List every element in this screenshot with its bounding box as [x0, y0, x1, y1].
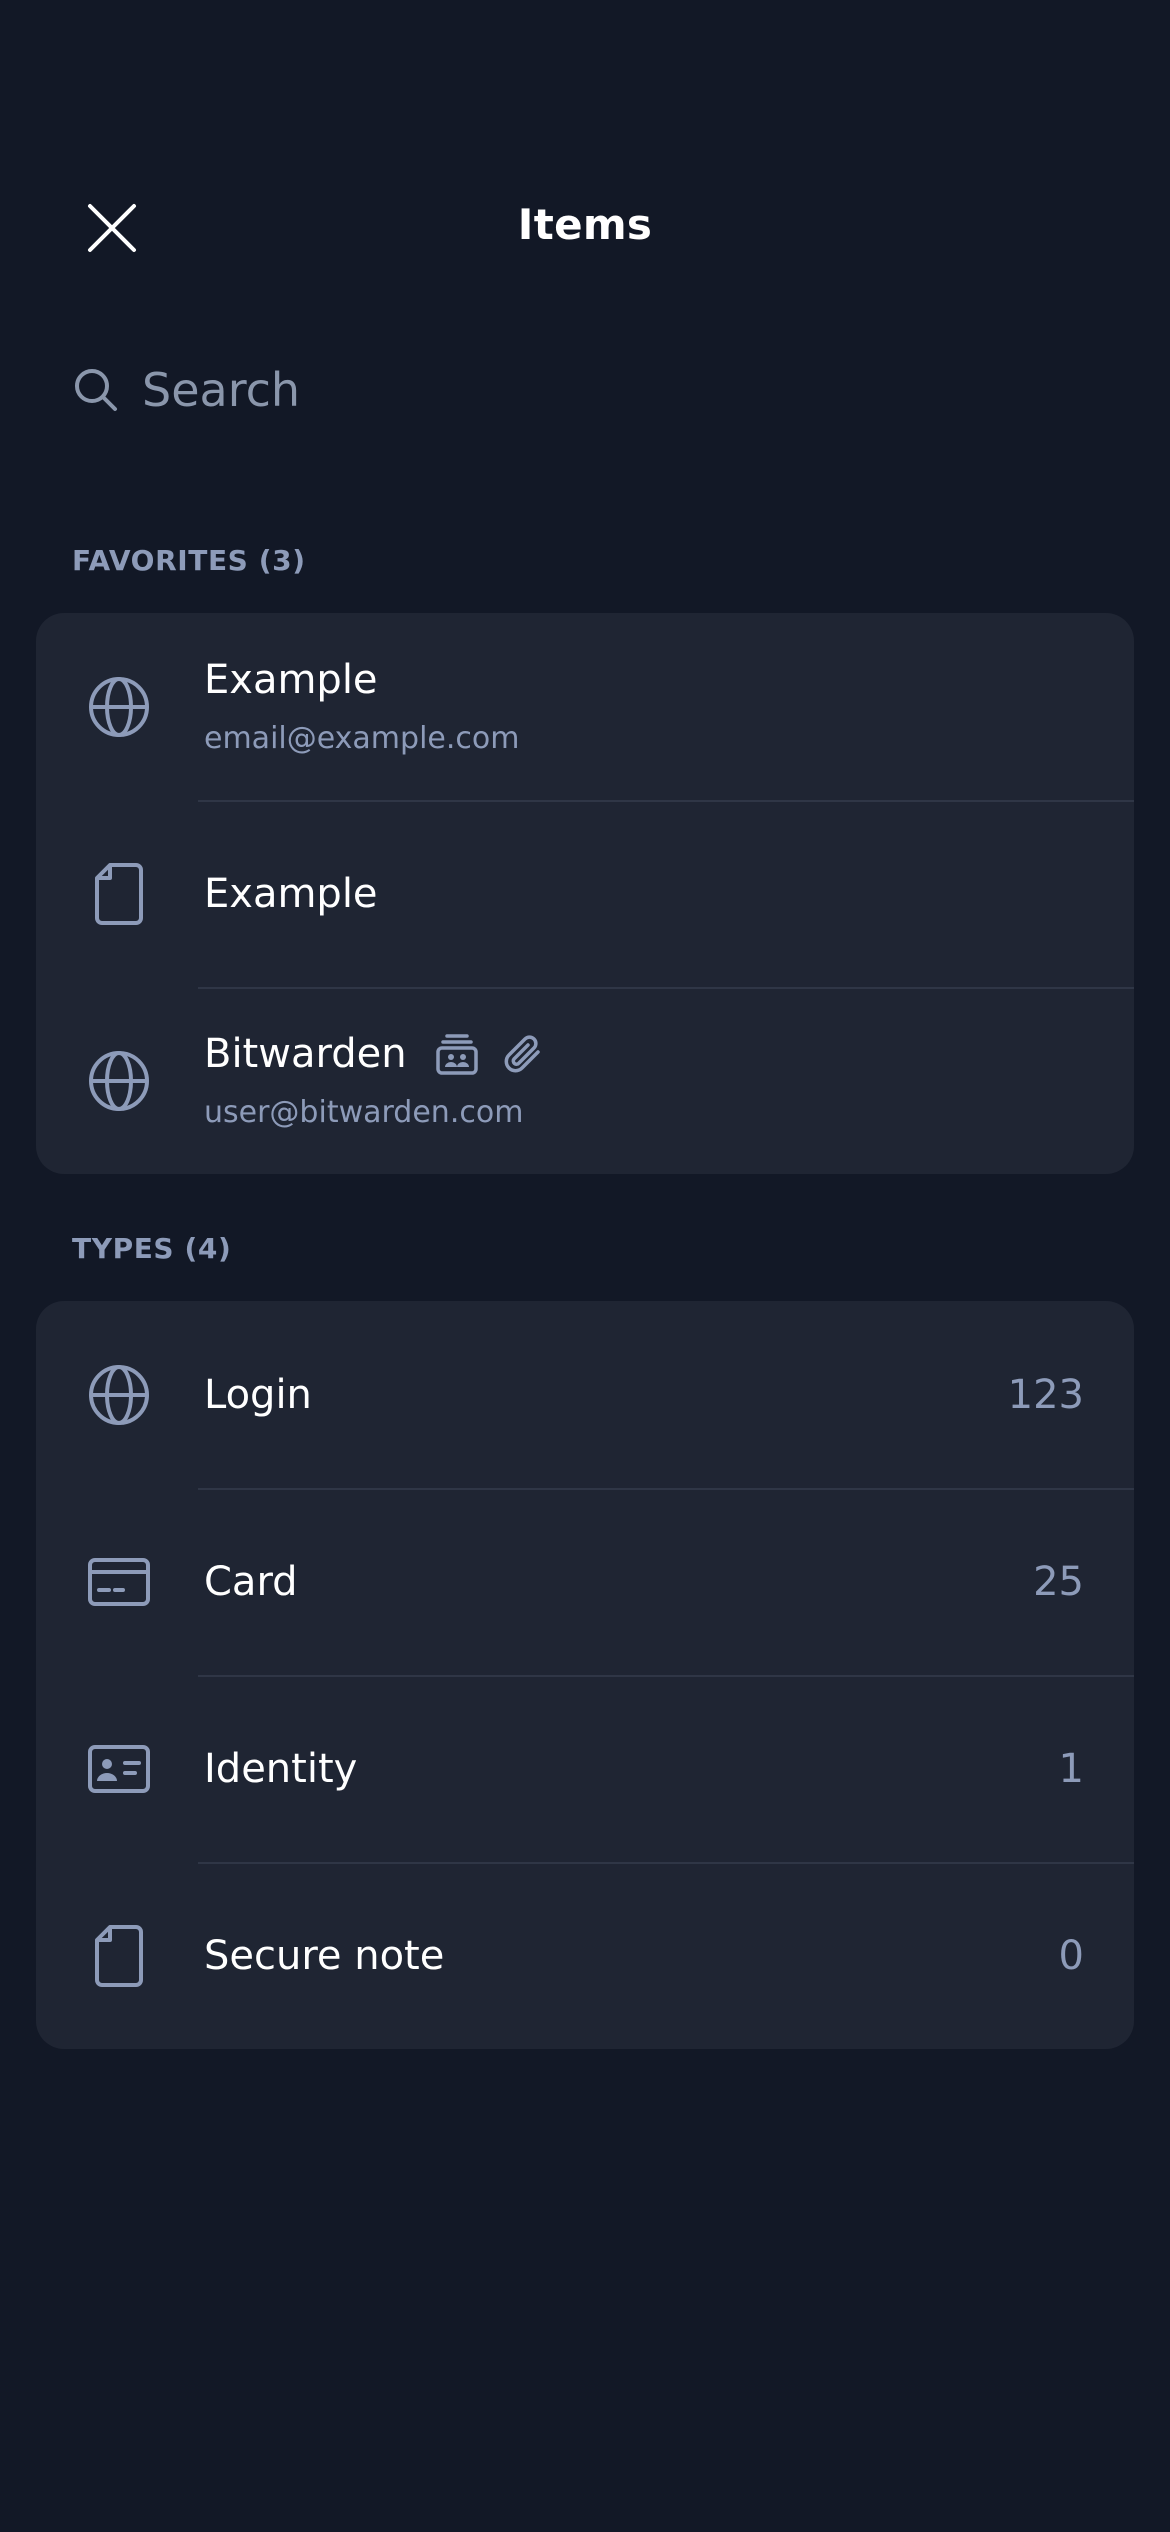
note-icon [95, 862, 143, 925]
header: Items [0, 170, 1170, 286]
search-icon [75, 369, 117, 411]
item-subtitle: user@bitwarden.com [204, 1095, 524, 1130]
card-icon [88, 1557, 150, 1606]
attachment-icon [504, 1035, 540, 1073]
search-input[interactable] [142, 363, 1042, 417]
identity-icon [88, 1744, 150, 1793]
type-item-secure-note[interactable]: Secure note 0 [36, 1862, 1134, 2049]
globe-icon [89, 676, 149, 737]
type-title: Login [204, 1371, 312, 1418]
item-title: Bitwarden [204, 1031, 407, 1077]
favorites-card: Example email@example.com Example Bitwar… [36, 613, 1134, 1174]
page-title: Items [517, 200, 653, 249]
type-item-identity[interactable]: Identity 1 [36, 1675, 1134, 1862]
favorite-item-example-note[interactable]: Example [36, 800, 1134, 987]
type-title: Card [204, 1558, 298, 1605]
item-title: Example [204, 657, 378, 703]
type-count: 25 [1033, 1558, 1084, 1605]
type-item-card[interactable]: Card 25 [36, 1488, 1134, 1675]
collection-icon [435, 1034, 478, 1075]
type-count: 1 [1058, 1745, 1084, 1792]
favorites-section-label: FAVORITES (3) [72, 544, 306, 577]
type-title: Identity [204, 1745, 358, 1792]
favorite-item-bitwarden[interactable]: Bitwarden user@bitwarden.com [36, 987, 1134, 1174]
items-screen: Items FAVORITES (3) Example email@exampl… [0, 0, 1170, 2532]
globe-icon [89, 1364, 149, 1425]
search-bar[interactable] [72, 350, 1098, 430]
favorite-item-example-login[interactable]: Example email@example.com [36, 613, 1134, 800]
item-title: Example [204, 870, 378, 917]
item-subtitle: email@example.com [204, 721, 520, 756]
type-count: 0 [1058, 1932, 1084, 1979]
type-title: Secure note [204, 1932, 445, 1979]
note-icon [95, 1924, 143, 1987]
type-item-login[interactable]: Login 123 [36, 1301, 1134, 1488]
type-count: 123 [1007, 1371, 1084, 1418]
types-card: Login 123 Card 25 Identity 1 Secure note… [36, 1301, 1134, 2049]
types-section-label: TYPES (4) [72, 1232, 232, 1265]
globe-icon [89, 1050, 149, 1111]
